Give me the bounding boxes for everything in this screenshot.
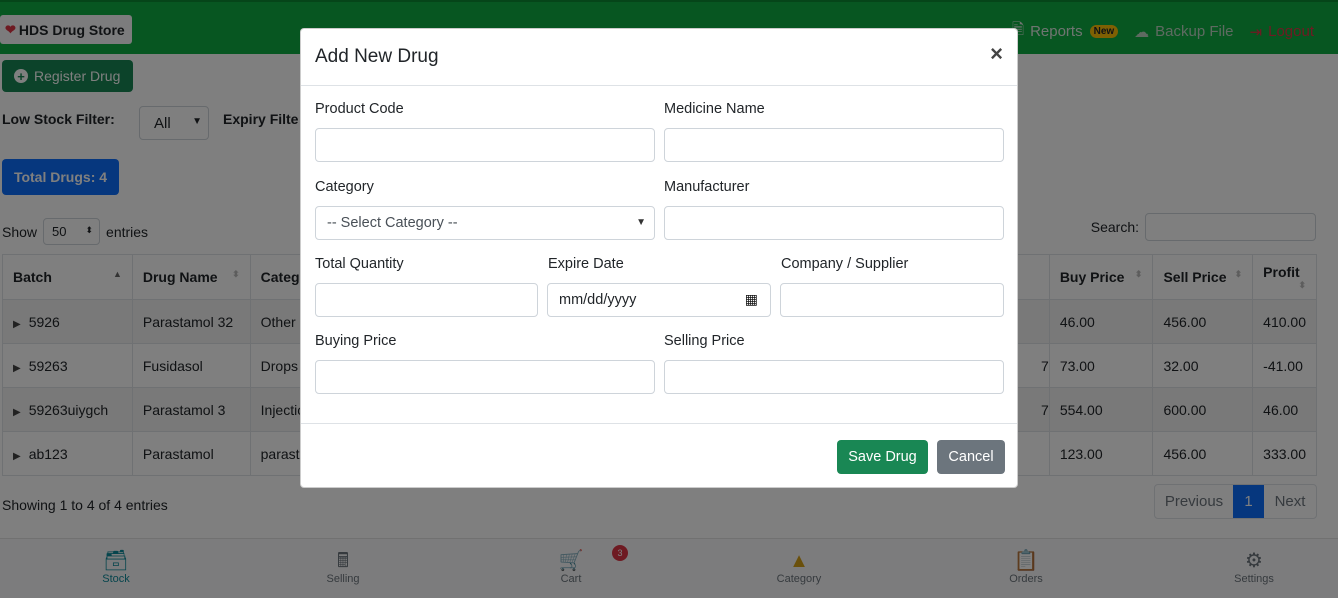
cancel-button[interactable]: Cancel [937,440,1005,474]
category-select-value: -- Select Category -- [327,215,458,231]
category-label: Category [315,179,374,195]
calendar-icon[interactable]: ▦ [745,291,758,308]
modal-footer: Save Drug Cancel [301,423,1017,487]
supplier-input[interactable] [780,283,1004,317]
medicine-name-input[interactable] [664,128,1004,162]
supplier-label: Company / Supplier [781,256,909,272]
save-drug-button[interactable]: Save Drug [837,440,928,474]
category-select[interactable]: -- Select Category -- ▼ [315,206,655,240]
close-icon[interactable]: × [990,43,1003,65]
buying-price-input[interactable] [315,360,655,394]
manufacturer-input[interactable] [664,206,1004,240]
product-code-label: Product Code [315,101,404,117]
total-quantity-label: Total Quantity [315,256,404,272]
add-drug-modal: Add New Drug × Product Code Medicine Nam… [300,28,1018,488]
total-quantity-input[interactable] [315,283,538,317]
buying-price-label: Buying Price [315,333,397,349]
expire-date-label: Expire Date [548,256,624,272]
modal-header: Add New Drug × [301,29,1017,86]
selling-price-input[interactable] [664,360,1004,394]
selling-price-label: Selling Price [664,333,745,349]
manufacturer-label: Manufacturer [664,179,750,195]
expire-date-placeholder: mm/dd/yyyy [559,292,637,308]
product-code-input[interactable] [315,128,655,162]
chevron-down-icon: ▼ [636,217,646,228]
medicine-name-label: Medicine Name [664,101,765,117]
modal-title: Add New Drug [315,46,439,67]
expire-date-input[interactable]: mm/dd/yyyy ▦ [547,283,771,317]
